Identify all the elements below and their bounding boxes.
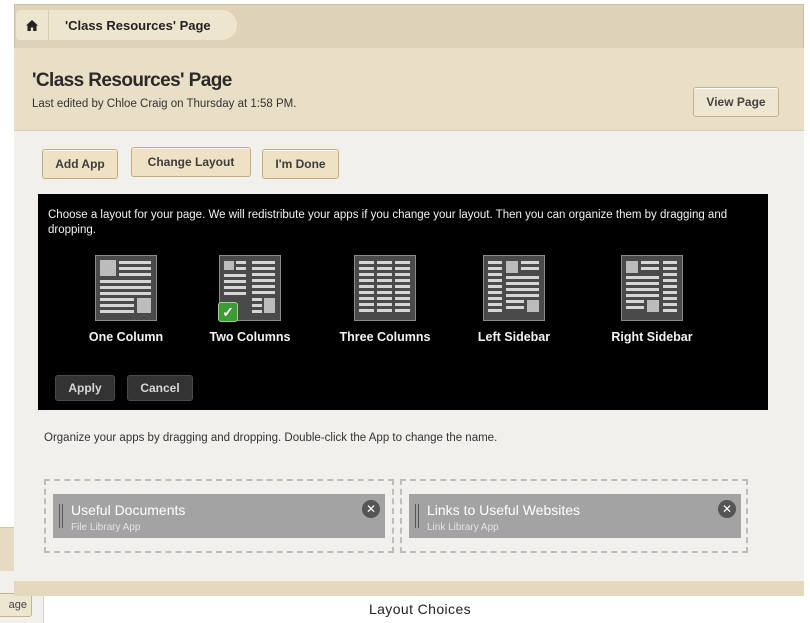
page-footer-strip bbox=[14, 581, 804, 596]
app-name: Useful Documents bbox=[71, 502, 186, 518]
breadcrumb-home[interactable] bbox=[16, 10, 48, 40]
close-icon[interactable]: ✕ bbox=[718, 500, 736, 518]
layout-option-label: Three Columns bbox=[339, 330, 431, 344]
breadcrumb: 'Class Resources' Page bbox=[16, 10, 237, 40]
apply-button[interactable]: Apply bbox=[55, 375, 115, 401]
add-app-button[interactable]: Add App bbox=[42, 149, 118, 179]
layout-option-label: One Column bbox=[88, 330, 164, 344]
drag-handle-icon[interactable] bbox=[59, 504, 63, 528]
column-dropzone-right[interactable]: Links to Useful Websites Link Library Ap… bbox=[400, 479, 748, 553]
layout-option-right-sidebar[interactable]: Right Sidebar bbox=[587, 255, 717, 344]
layout-chooser-panel: Choose a layout for your page. We will r… bbox=[38, 194, 768, 410]
breadcrumb-current[interactable]: 'Class Resources' Page bbox=[48, 10, 237, 40]
layout-instructions: Choose a layout for your page. We will r… bbox=[48, 209, 728, 236]
one-column-layout-icon bbox=[95, 255, 157, 321]
three-columns-layout-icon bbox=[354, 255, 416, 321]
last-edited-text: Last edited by Chloe Craig on Thursday a… bbox=[32, 98, 297, 110]
selected-check-icon: ✓ bbox=[218, 302, 238, 322]
app-name: Links to Useful Websites bbox=[427, 502, 581, 518]
two-columns-layout-icon: ✓ bbox=[218, 255, 281, 322]
layout-option-one-column[interactable]: One Column bbox=[61, 255, 191, 344]
layout-option-left-sidebar[interactable]: Left Sidebar bbox=[449, 255, 579, 344]
drag-handle-icon[interactable] bbox=[415, 504, 419, 528]
page-title: 'Class Resources' Page bbox=[32, 70, 232, 91]
column-dropzone-left[interactable]: Useful Documents File Library App ✕ bbox=[44, 479, 394, 553]
app-tile[interactable]: Links to Useful Websites Link Library Ap… bbox=[409, 494, 741, 538]
left-sidebar-layout-icon bbox=[483, 255, 545, 321]
layout-option-two-columns[interactable]: ✓ Two Columns bbox=[185, 255, 315, 344]
app-type: Link Library App bbox=[427, 522, 499, 533]
layout-option-label: Left Sidebar bbox=[477, 330, 551, 344]
layout-option-label: Right Sidebar bbox=[611, 330, 693, 344]
cancel-button[interactable]: Cancel bbox=[127, 375, 193, 401]
layout-option-three-columns[interactable]: Three Columns bbox=[320, 255, 450, 344]
app-type: File Library App bbox=[71, 522, 141, 533]
figure-caption: Layout Choices bbox=[368, 601, 472, 617]
organize-hint: Organize your apps by dragging and dropp… bbox=[44, 432, 498, 444]
view-page-button[interactable]: View Page bbox=[693, 87, 779, 117]
layout-option-label: Two Columns bbox=[209, 330, 291, 344]
home-icon bbox=[26, 19, 38, 31]
right-sidebar-layout-icon bbox=[621, 255, 683, 321]
change-layout-button[interactable]: Change Layout bbox=[131, 147, 251, 177]
close-icon[interactable]: ✕ bbox=[362, 500, 380, 518]
done-button[interactable]: I'm Done bbox=[262, 149, 339, 179]
app-tile[interactable]: Useful Documents File Library App ✕ bbox=[53, 494, 385, 538]
